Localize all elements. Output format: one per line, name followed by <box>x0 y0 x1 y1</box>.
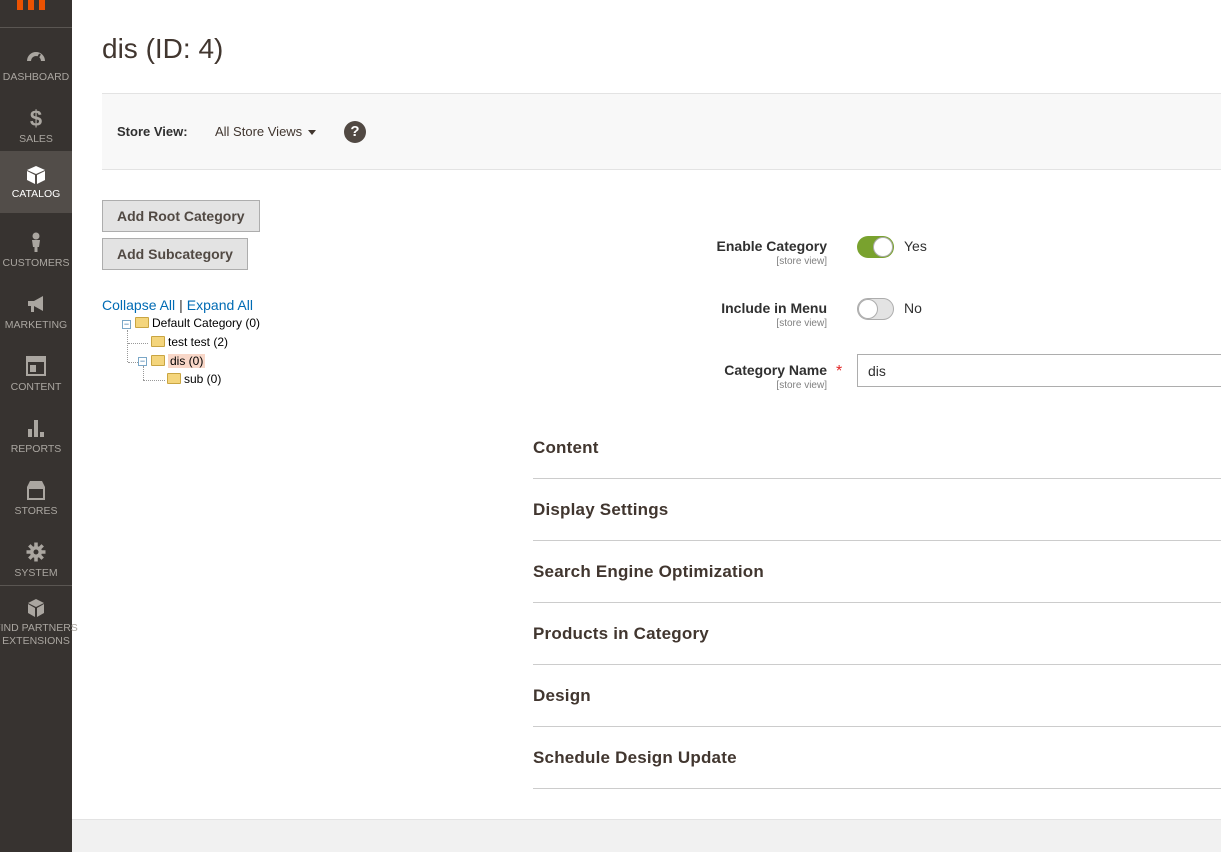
sidebar-item-reports[interactable]: REPORTS <box>0 406 72 468</box>
add-subcategory-button[interactable]: Add Subcategory <box>102 238 248 270</box>
help-icon[interactable]: ? <box>344 121 366 143</box>
person-icon <box>32 232 40 252</box>
sidebar-item-dashboard[interactable]: DASHBOARD <box>0 34 72 96</box>
tree-node-default-category[interactable]: Default Category (0) <box>135 315 260 332</box>
sidebar-item-marketing[interactable]: MARKETING <box>0 282 72 344</box>
sidebar-item-stores[interactable]: STORES <box>0 468 72 530</box>
tree-collapse-toggle[interactable]: − <box>122 320 131 329</box>
folder-icon <box>167 373 181 384</box>
sidebar-divider <box>0 585 72 586</box>
tree-connector <box>143 366 144 380</box>
sidebar-item-label: FIND PARTNERS <box>0 622 78 634</box>
enable-category-scope: [store view] <box>776 256 827 267</box>
section-schedule-design-update[interactable]: Schedule Design Update <box>533 727 1221 789</box>
enable-category-toggle[interactable] <box>857 236 894 258</box>
speedometer-icon <box>27 52 45 62</box>
sidebar-item-content[interactable]: CONTENT <box>0 344 72 406</box>
sidebar-item-label: MARKETING <box>4 319 68 331</box>
store-view-dropdown[interactable]: All Store Views <box>215 124 302 139</box>
tree-node-test-test[interactable]: test test (2) <box>151 334 228 351</box>
add-root-category-button[interactable]: Add Root Category <box>102 200 260 232</box>
svg-text:$: $ <box>30 108 42 128</box>
chevron-down-icon[interactable] <box>308 130 316 135</box>
section-title: Search Engine Optimization <box>533 562 764 581</box>
sidebar-item-label: SYSTEM <box>14 567 58 579</box>
tree-connector <box>127 330 128 362</box>
expand-all-link[interactable]: Expand All <box>187 297 253 313</box>
tree-connector <box>143 380 165 381</box>
category-name-scope: [store view] <box>776 380 827 391</box>
include-in-menu-toggle[interactable] <box>857 298 894 320</box>
section-products-in-category[interactable]: Products in Category <box>533 603 1221 665</box>
tree-node-dis[interactable]: dis (0) <box>151 353 206 370</box>
sidebar-item-label: STORES <box>14 505 58 517</box>
sidebar-item-partners[interactable]: FIND PARTNERS EXTENSIONS <box>0 592 78 652</box>
tree-node-label: Default Category (0) <box>152 316 261 330</box>
folder-icon <box>151 355 165 366</box>
gear-icon <box>26 542 46 562</box>
sidebar-item-catalog[interactable]: CATALOG <box>0 151 72 213</box>
section-title: Design <box>533 686 591 705</box>
sidebar-item-label: REPORTS <box>10 443 62 455</box>
section-title: Content <box>533 438 599 457</box>
include-in-menu-scope: [store view] <box>776 318 827 329</box>
required-marker: * <box>836 363 843 380</box>
section-content[interactable]: Content <box>533 417 1221 479</box>
tree-connector <box>128 343 148 344</box>
storefront-icon <box>27 481 45 500</box>
section-display-settings[interactable]: Display Settings <box>533 479 1221 541</box>
toggle-knob <box>858 299 878 319</box>
section-title: Schedule Design Update <box>533 748 737 767</box>
enable-category-value: Yes <box>904 238 927 254</box>
page-title: dis (ID: 4) <box>102 33 224 64</box>
box-icon <box>27 166 45 184</box>
include-in-menu-label: Include in Menu <box>721 300 827 316</box>
tree-collapse-toggle[interactable]: − <box>138 357 147 366</box>
folder-icon <box>151 336 165 347</box>
megaphone-icon <box>28 296 43 312</box>
page-footer <box>72 819 1221 852</box>
sidebar-item-label: DASHBOARD <box>2 71 70 83</box>
link-separator: | <box>179 297 183 313</box>
section-design[interactable]: Design <box>533 665 1221 727</box>
collapse-all-link[interactable]: Collapse All <box>102 297 175 313</box>
sidebar-item-customers[interactable]: CUSTOMERS <box>0 220 72 282</box>
sidebar-item-label-2: EXTENSIONS <box>2 635 70 647</box>
bar-chart-icon <box>28 420 44 437</box>
section-search-engine-optimization[interactable]: Search Engine Optimization <box>533 541 1221 603</box>
tree-node-label: sub (0) <box>184 372 222 386</box>
include-in-menu-value: No <box>904 300 922 316</box>
sidebar-item-label: CATALOG <box>11 188 61 200</box>
dollar-icon: $ <box>30 108 42 128</box>
section-title: Products in Category <box>533 624 709 643</box>
cubes-icon <box>28 599 44 617</box>
enable-category-label: Enable Category <box>716 238 827 254</box>
layout-icon <box>26 356 46 376</box>
sidebar-divider <box>0 27 72 28</box>
category-name-input[interactable] <box>857 354 1221 387</box>
sidebar-item-system[interactable]: SYSTEM <box>0 530 72 592</box>
admin-sidebar: DASHBOARD $ SALES CATALOG CUSTOMERS MARK… <box>0 0 78 852</box>
folder-icon <box>135 317 149 328</box>
tree-connector <box>128 362 138 363</box>
section-title: Display Settings <box>533 500 669 519</box>
tree-node-label: test test (2) <box>168 335 229 349</box>
store-view-switcher: Store View: All Store Views ? <box>102 93 1221 170</box>
category-name-label: Category Name <box>724 362 827 378</box>
tree-node-label: dis (0) <box>168 354 206 368</box>
sidebar-item-label: SALES <box>19 133 53 145</box>
magento-logo-icon[interactable] <box>17 0 45 10</box>
tree-controls: Collapse All | Expand All <box>102 297 253 313</box>
toggle-knob <box>873 237 893 257</box>
sidebar-item-label: CONTENT <box>10 381 62 393</box>
sidebar-item-sales[interactable]: $ SALES <box>0 96 72 158</box>
sidebar-item-label: CUSTOMERS <box>2 257 70 269</box>
store-view-label: Store View: <box>117 124 188 139</box>
tree-node-sub[interactable]: sub (0) <box>167 371 221 388</box>
